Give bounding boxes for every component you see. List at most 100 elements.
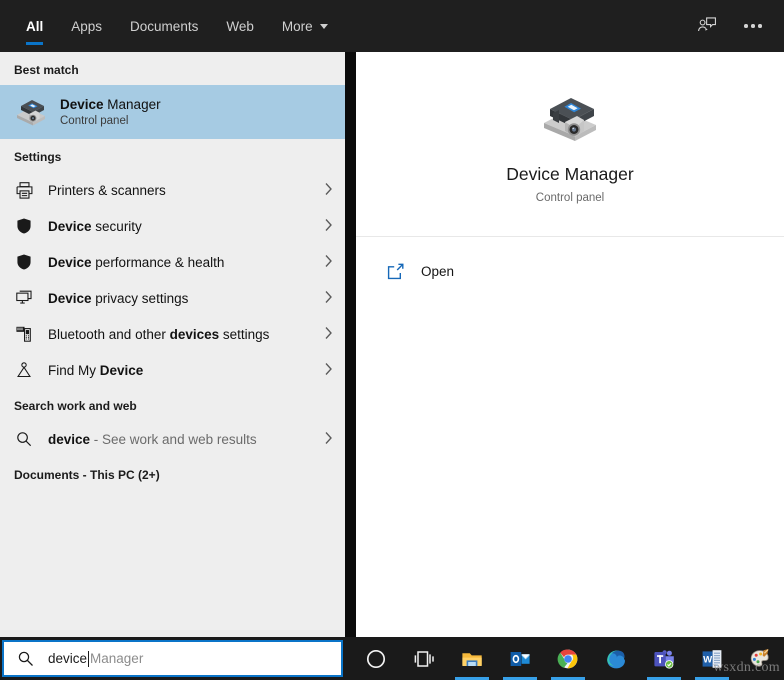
- open-external-icon: [386, 262, 405, 281]
- tab-active-underline: [26, 42, 44, 45]
- search-header: All Apps Documents Web More: [0, 0, 784, 52]
- tab-apps[interactable]: Apps: [57, 0, 116, 52]
- chevron-right-icon: [324, 431, 333, 447]
- taskbar-item-teams[interactable]: [640, 637, 688, 680]
- teams-icon: [654, 649, 674, 669]
- result-item-text: Device Manager Control panel: [60, 96, 161, 129]
- chevron-right-icon: [324, 290, 333, 306]
- search-icon: [17, 650, 34, 667]
- settings-item-label-bold: Device: [48, 218, 92, 234]
- chevron-right-icon: [324, 218, 333, 234]
- search-results-body: Best match Device Manager Control panel …: [0, 52, 784, 637]
- search-input-text: device Manager: [48, 650, 144, 667]
- taskbar-item-outlook[interactable]: [496, 637, 544, 680]
- settings-item-label-bold: devices: [169, 326, 220, 342]
- search-icon: [14, 429, 34, 449]
- chevron-right-icon: [324, 182, 333, 198]
- chevron-right-icon: [324, 326, 333, 342]
- results-list-pane: Best match Device Manager Control panel …: [0, 52, 345, 637]
- settings-item-label: Device performance & health: [48, 255, 224, 270]
- section-header-settings: Settings: [14, 150, 62, 164]
- header-actions: [694, 0, 784, 52]
- search-web-item-hint: - See work and web results: [90, 431, 257, 447]
- taskbar-item-edge[interactable]: [592, 637, 640, 680]
- search-suggestion-suffix: Manager: [90, 651, 144, 666]
- word-icon: W: [702, 649, 722, 668]
- action-open[interactable]: Open: [356, 251, 784, 291]
- tab-web-label: Web: [226, 18, 254, 34]
- tab-documents-label: Documents: [130, 18, 199, 34]
- preview-subtitle: Control panel: [535, 192, 605, 204]
- taskbar-item-cortana[interactable]: [352, 637, 400, 680]
- settings-item-find-my-device[interactable]: Find My Device: [0, 352, 345, 388]
- tab-all-label: All: [26, 18, 44, 34]
- chevron-right-icon: [324, 254, 333, 270]
- tab-all[interactable]: All: [12, 0, 57, 52]
- ellipsis-icon[interactable]: [740, 13, 766, 39]
- printer-icon: [14, 180, 34, 200]
- action-open-label: Open: [421, 263, 455, 279]
- settings-item-label-bold: Device: [48, 254, 92, 270]
- result-item-title-rest: Manager: [103, 96, 161, 112]
- settings-item-label-rest: performance & health: [91, 254, 225, 270]
- find-my-device-icon: [14, 360, 34, 380]
- device-manager-icon: [14, 95, 48, 129]
- search-web-item-device[interactable]: device - See work and web results: [0, 421, 345, 457]
- result-item-subtitle: Control panel: [60, 114, 129, 127]
- taskbar: device Manager Type here to search: [0, 637, 784, 680]
- tab-documents[interactable]: Documents: [116, 0, 212, 52]
- settings-item-device-security[interactable]: Device security: [0, 208, 345, 244]
- paint-icon: [750, 648, 769, 667]
- tab-web[interactable]: Web: [212, 0, 268, 52]
- taskbar-icons: W: [352, 637, 784, 680]
- preview-pane: Device Manager Control panel Open: [356, 52, 784, 637]
- taskbar-item-chrome[interactable]: [544, 637, 592, 680]
- edge-icon: [607, 650, 625, 668]
- settings-item-label-bold: Device: [99, 362, 144, 378]
- bluetooth-device-icon: [14, 324, 34, 344]
- settings-item-device-privacy-settings[interactable]: Device privacy settings: [0, 280, 345, 316]
- section-header-best-match: Best match: [14, 63, 79, 77]
- outlook-icon: [510, 651, 530, 666]
- taskbar-item-file-explorer[interactable]: [448, 637, 496, 680]
- preview-title: Device Manager: [506, 164, 634, 184]
- taskbar-item-word[interactable]: W: [688, 637, 736, 680]
- result-item-title: Device Manager: [60, 96, 161, 113]
- search-web-item-query: device: [48, 431, 91, 447]
- settings-item-printers-scanners[interactable]: Printers & scanners: [0, 172, 345, 208]
- shield-icon: [14, 252, 34, 272]
- search-filter-tabs: All Apps Documents Web More: [0, 0, 342, 52]
- shield-icon: [14, 216, 34, 236]
- feedback-icon[interactable]: [694, 13, 720, 39]
- settings-item-label: Printers & scanners: [48, 182, 166, 198]
- chevron-down-icon: [319, 23, 328, 29]
- settings-item-label: Find My Device: [48, 363, 143, 378]
- settings-item-label-rest: security: [91, 218, 142, 234]
- settings-item-label: Device security: [48, 219, 142, 234]
- text-cursor: [88, 650, 90, 667]
- search-input[interactable]: device Manager Type here to search: [2, 640, 343, 677]
- file-explorer-icon: [462, 652, 482, 666]
- cortana-circle-icon: [366, 649, 386, 668]
- result-item-device-manager[interactable]: Device Manager Control panel: [0, 85, 345, 139]
- settings-item-label-prefix: Find My: [48, 362, 100, 378]
- section-header-documents-this-pc: Documents - This PC (2+): [14, 468, 160, 482]
- device-manager-icon-large: [539, 90, 601, 146]
- tab-more[interactable]: More: [268, 0, 342, 52]
- taskbar-item-task-view[interactable]: [400, 637, 448, 680]
- tab-apps-label: Apps: [71, 18, 103, 34]
- settings-item-label-rest: privacy settings: [91, 290, 189, 306]
- settings-item-bluetooth-other-devices[interactable]: Bluetooth and other devices settings: [0, 316, 345, 352]
- search-web-item-label: device - See work and web results: [48, 432, 257, 447]
- tab-more-label: More: [281, 18, 313, 34]
- settings-item-label: Device privacy settings: [48, 291, 188, 306]
- settings-item-device-performance-health[interactable]: Device performance & health: [0, 244, 345, 280]
- task-view-icon: [414, 650, 434, 667]
- result-item-title-bold: Device: [60, 96, 104, 112]
- svg-text:W: W: [703, 654, 713, 665]
- taskbar-item-paint[interactable]: [736, 637, 784, 680]
- settings-item-label-bold: Device: [48, 290, 92, 306]
- chevron-right-icon: [324, 362, 333, 378]
- preview-card: Device Manager Control panel: [356, 52, 784, 237]
- settings-item-label-prefix: Bluetooth and other: [48, 326, 170, 342]
